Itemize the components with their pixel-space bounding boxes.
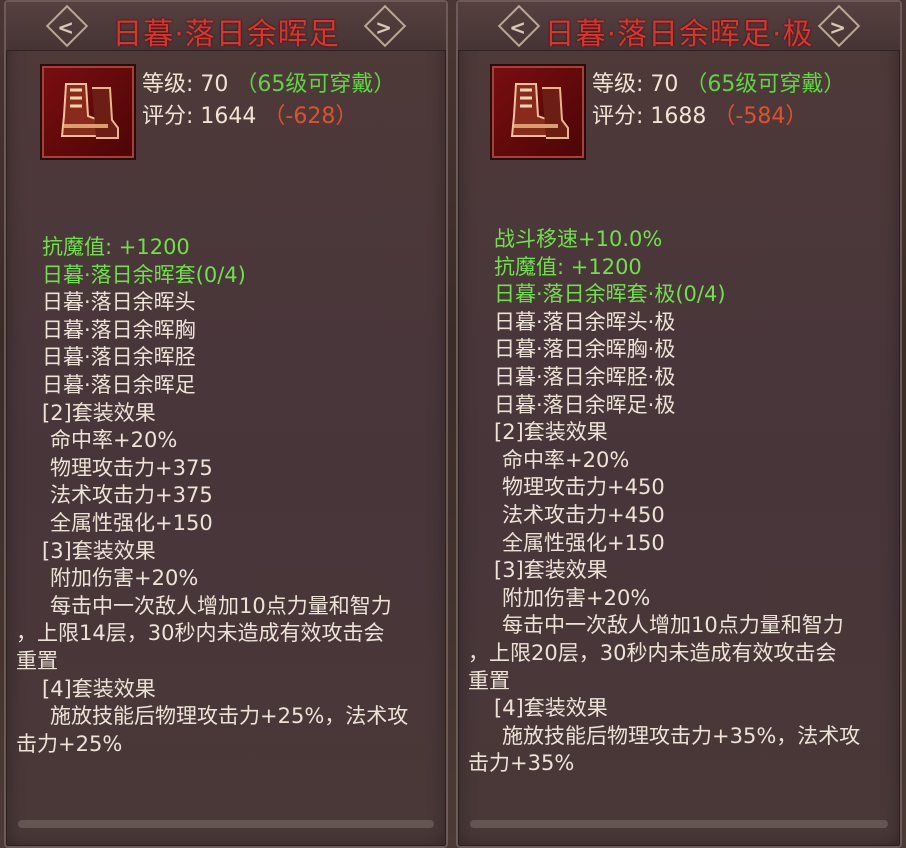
level-value: 70	[200, 72, 229, 97]
attribute-line: [2]套装效果	[42, 400, 156, 425]
score-value: 1688	[650, 104, 707, 129]
attribute-line: 日暮·落日余晖头·极	[494, 309, 676, 334]
score-row: 评分: 1688 （-584）	[592, 98, 807, 130]
level-requirement: （65级可穿戴）	[685, 72, 846, 97]
attribute-line: 击力+35%	[468, 751, 575, 776]
attribute-line: 抗魔值: +1200	[494, 254, 642, 279]
boots-icon	[510, 83, 569, 139]
attribute-line: 法术攻击力+450	[502, 502, 665, 527]
attribute-line: 日暮·落日余晖胫	[42, 345, 196, 370]
attribute-line: 命中率+20%	[50, 428, 178, 453]
score-diff: （-628）	[263, 104, 358, 129]
item-tooltip-right: < 日暮·落日余晖足·极 > 等级: 70 （65级可穿戴） 评分: 1688 …	[456, 0, 902, 848]
attribute-line: 全属性强化+150	[502, 530, 665, 555]
attribute-line: 抗魔值: +1200	[42, 235, 190, 259]
score-diff: （-584）	[713, 104, 808, 129]
title-bar: < 日暮·落日余晖足·极 >	[458, 2, 900, 52]
level-label: 等级:	[142, 72, 194, 97]
scrollbar[interactable]	[18, 820, 434, 828]
attribute-line: [4]套装效果	[494, 696, 608, 721]
attribute-line: 全属性强化+150	[50, 510, 213, 535]
attribute-line: 日暮·落日余晖套·极(0/4)	[494, 282, 726, 307]
attribute-line: [3]套装效果	[42, 538, 156, 563]
attribute-line: 日暮·落日余晖胸	[42, 317, 196, 342]
attribute-line: 附加伤害+20%	[502, 585, 651, 610]
attribute-line: 重置	[468, 668, 510, 693]
level-row: 等级: 70 （65级可穿戴）	[142, 66, 395, 98]
attribute-line: 日暮·落日余晖足	[42, 372, 196, 397]
level-requirement: （65级可穿戴）	[235, 72, 396, 97]
attribute-line: [2]套装效果	[494, 420, 608, 445]
attribute-line: 击力+25%	[16, 731, 123, 756]
attribute-line: 物理攻击力+375	[50, 455, 213, 480]
score-row: 评分: 1644 （-628）	[142, 98, 357, 130]
item-tooltip-left: < 日暮·落日余晖足 > 等级: 70 （65级可穿戴） 评分: 1644 （-…	[4, 0, 448, 848]
scrollbar[interactable]	[470, 820, 888, 828]
attribute-line: 附加伤害+20%	[50, 566, 199, 591]
boots-item-icon	[40, 64, 136, 160]
title-bar: < 日暮·落日余晖足 >	[6, 2, 446, 52]
attribute-line: 重置	[16, 648, 58, 673]
attribute-line: 命中率+20%	[502, 447, 630, 472]
attribute-line: 战斗移速+10.0%	[494, 227, 663, 251]
attribute-line: 日暮·落日余晖胫·极	[494, 364, 676, 389]
attribute-line: 法术攻击力+375	[50, 483, 213, 508]
screen: < 日暮·落日余晖足 > 等级: 70 （65级可穿戴） 评分: 1644 （-…	[0, 0, 906, 848]
level-value: 70	[650, 72, 679, 97]
attribute-line: ，上限14层，30秒内未造成有效攻击会	[16, 621, 385, 646]
attribute-list: 战斗移速+10.0% 抗魔值: +1200 日暮·落日余晖套·极(0/4) 日暮·落日…	[468, 226, 861, 778]
attribute-line: [3]套装效果	[494, 558, 608, 583]
attribute-line: 物理攻击力+450	[502, 475, 665, 500]
attribute-list: 抗魔值: +1200 日暮·落日余晖套(0/4) 日暮·落日余晖头 日暮·落日余晖胸日…	[16, 234, 409, 758]
score-label: 评分:	[142, 104, 194, 129]
level-row: 等级: 70 （65级可穿戴）	[592, 66, 845, 98]
attribute-line: 施放技能后物理攻击力+25%，法术攻	[50, 704, 409, 729]
boots-icon	[60, 83, 119, 139]
score-label: 评分:	[592, 104, 644, 129]
level-label: 等级:	[592, 72, 644, 97]
attribute-line: [4]套装效果	[42, 676, 156, 701]
attribute-line: 施放技能后物理攻击力+35%，法术攻	[502, 723, 861, 748]
score-value: 1644	[200, 104, 257, 129]
attribute-line: 日暮·落日余晖胸·极	[494, 337, 676, 362]
attribute-line: 每击中一次敌人增加10点力量和智力	[50, 593, 392, 618]
attribute-line: 日暮·落日余晖足·极	[494, 392, 676, 417]
attribute-line: 每击中一次敌人增加10点力量和智力	[502, 613, 844, 638]
boots-item-icon	[490, 64, 586, 160]
attribute-line: ，上限20层，30秒内未造成有效攻击会	[468, 640, 837, 665]
attribute-line: 日暮·落日余晖套(0/4)	[42, 262, 246, 287]
attribute-line: 日暮·落日余晖头	[42, 290, 196, 315]
